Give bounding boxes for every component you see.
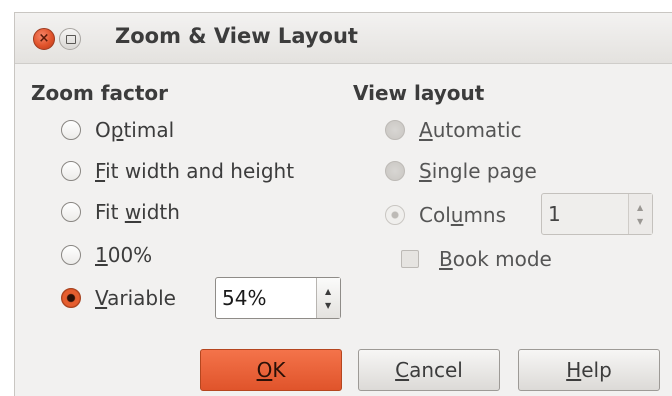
option-label: Variable xyxy=(95,286,176,310)
radio-button[interactable] xyxy=(385,120,405,140)
cancel-button[interactable]: Cancel xyxy=(358,349,500,391)
radio-button[interactable] xyxy=(61,120,81,140)
layout-single-page-option[interactable]: Single page xyxy=(385,156,537,186)
zoom-fit-width-option[interactable]: Fit width xyxy=(61,197,180,227)
zoom-100-option[interactable]: 100% xyxy=(61,240,152,270)
option-label: Columns xyxy=(419,203,507,227)
zoom-view-layout-dialog: × Zoom & View Layout Zoom factor Optimal… xyxy=(14,12,672,396)
option-label: Automatic xyxy=(419,118,522,142)
option-label: Single page xyxy=(419,159,537,183)
variable-zoom-spinbox[interactable]: 54% ▲ ▼ xyxy=(215,277,341,319)
layout-columns-option[interactable]: Columns xyxy=(385,200,506,230)
book-mode-checkbox[interactable] xyxy=(401,250,419,268)
variable-zoom-value[interactable]: 54% xyxy=(222,286,266,310)
spin-up-icon[interactable]: ▲ xyxy=(637,204,643,212)
ok-button[interactable]: OK xyxy=(200,349,342,391)
title-bar[interactable]: × Zoom & View Layout xyxy=(15,13,672,64)
radio-button[interactable] xyxy=(61,161,81,181)
layout-automatic-option[interactable]: Automatic xyxy=(385,115,522,145)
spin-up-icon[interactable]: ▲ xyxy=(325,288,331,296)
option-label: Optimal xyxy=(95,118,175,142)
view-layout-heading: View layout xyxy=(353,81,485,105)
zoom-optimal-option[interactable]: Optimal xyxy=(61,115,174,145)
radio-button-selected[interactable] xyxy=(385,205,405,225)
radio-button[interactable] xyxy=(61,245,81,265)
zoom-fit-width-height-option[interactable]: Fit width and height xyxy=(61,156,294,186)
help-button[interactable]: Help xyxy=(518,349,660,391)
spin-down-icon[interactable]: ▼ xyxy=(325,302,331,310)
columns-value[interactable]: 1 xyxy=(548,202,561,226)
radio-button[interactable] xyxy=(61,202,81,222)
spin-down-icon[interactable]: ▼ xyxy=(637,218,643,226)
option-label: Fit width and height xyxy=(95,159,295,183)
option-label: Book mode xyxy=(439,247,552,271)
option-label: 100% xyxy=(95,243,153,267)
columns-spinbox[interactable]: 1 ▲ ▼ xyxy=(541,193,653,235)
book-mode-checkbox-row[interactable]: Book mode xyxy=(401,244,552,274)
close-icon[interactable]: × xyxy=(33,28,55,50)
dialog-title: Zoom & View Layout xyxy=(115,24,358,48)
spin-buttons: ▲ ▼ xyxy=(628,194,652,234)
radio-button[interactable] xyxy=(385,161,405,181)
radio-button-checked[interactable] xyxy=(61,288,81,308)
zoom-factor-heading: Zoom factor xyxy=(31,81,169,105)
zoom-variable-option[interactable]: Variable xyxy=(61,283,176,313)
maximize-icon[interactable] xyxy=(59,28,81,50)
option-label: Fit width xyxy=(95,200,180,224)
spin-buttons: ▲ ▼ xyxy=(316,278,340,318)
